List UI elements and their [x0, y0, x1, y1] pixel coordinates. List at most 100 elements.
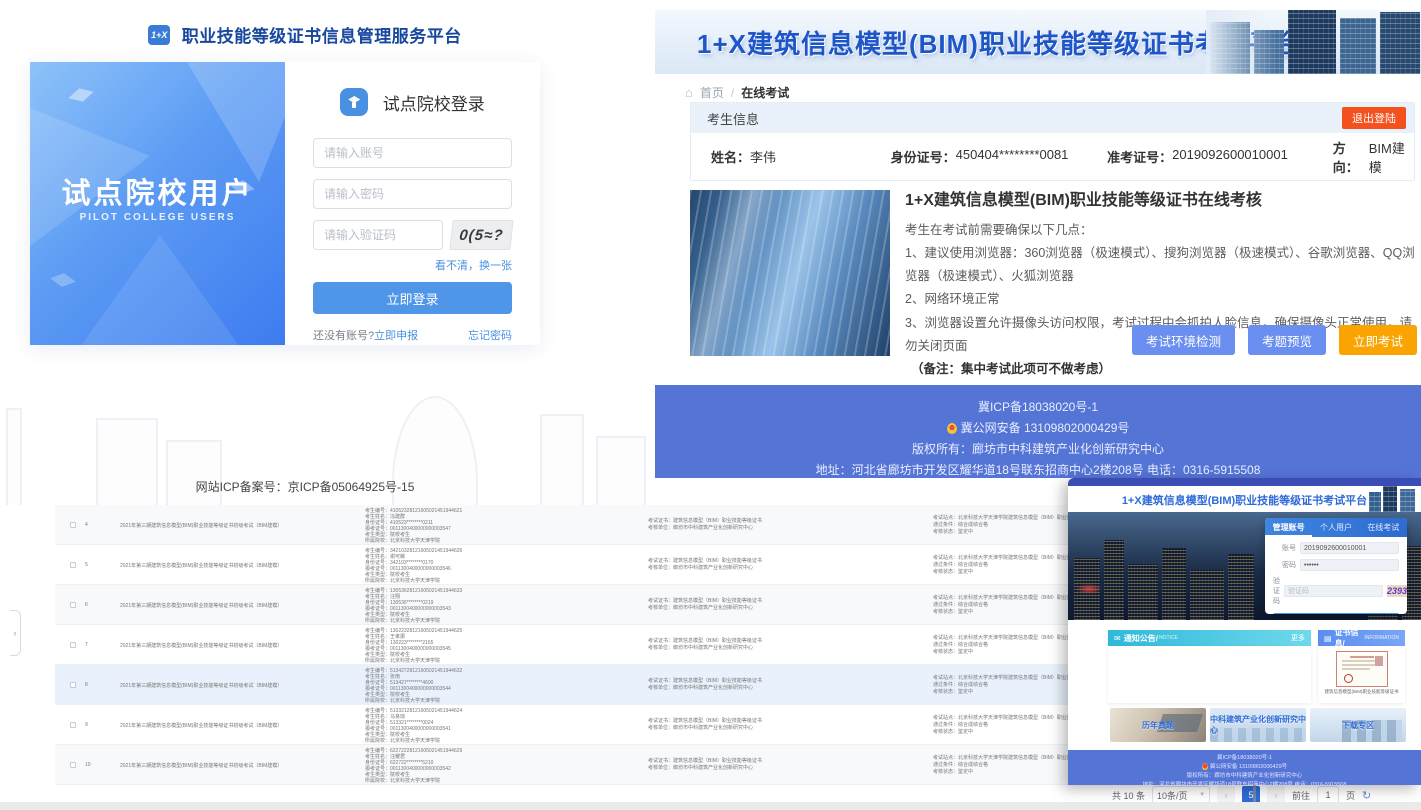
building	[1288, 10, 1336, 74]
row-checkbox[interactable]	[70, 522, 76, 528]
candidate-school: 所属院校：北京科技大学天津学院	[365, 618, 462, 624]
banner-past-papers[interactable]: 历年真题	[1110, 708, 1206, 742]
footer-icp1: 冀ICP备18038020号-1	[1068, 754, 1421, 763]
row-index: 7	[85, 642, 88, 648]
portal-captcha-row: 验证码 2393	[1273, 576, 1399, 606]
portal-overlay: 1+X建筑信息模型(BIM)职业技能等级证书考试平台 管理账号 个人用户 在线考	[1068, 478, 1421, 785]
screen: 1+X 职业技能等级证书信息管理服务平台 试点院校用户 PILOT COLLEG…	[0, 0, 1421, 810]
portal-account-input[interactable]	[1300, 542, 1399, 554]
candidate-info-header: 考生信息 退出登陆	[691, 103, 1414, 133]
cert-panel-body: 建筑信息模型(BIM)职业技能等级证书	[1318, 646, 1405, 703]
portal-footer: 冀ICP备18038020号-1 冀公网安备 13109802000429号 版…	[1068, 750, 1421, 785]
notice-panel-title-en: NOTICE	[1159, 635, 1178, 641]
row-checkbox[interactable]	[70, 722, 76, 728]
logout-button[interactable]: 退出登陆	[1342, 107, 1406, 129]
decor-triangle	[175, 62, 285, 182]
home-icon: ⌂	[685, 85, 693, 100]
exam-org: 考核单位：廊坊市中科建筑产业化创新研究中心	[648, 765, 762, 772]
row-checkbox[interactable]	[70, 602, 76, 608]
exam-cert: 考试证书：建筑信息模型（BIM）职业技能等级证书	[648, 718, 762, 725]
portal-password-input[interactable]	[1300, 559, 1399, 571]
row-cert-info: 考试证书：建筑信息模型（BIM）职业技能等级证书 考核单位：廊坊市中科建筑产业化…	[648, 638, 762, 652]
row-cert-info: 考试证书：建筑信息模型（BIM）职业技能等级证书 考核单位：廊坊市中科建筑产业化…	[648, 598, 762, 612]
exam-cert: 考试证书：建筑信息模型（BIM）职业技能等级证书	[648, 758, 762, 765]
tab-personal-user[interactable]: 个人用户	[1312, 518, 1359, 537]
field-label: 姓名：	[711, 147, 750, 166]
field-value: 李伟	[750, 147, 776, 166]
tab-online-exam[interactable]: 在线考试	[1360, 518, 1407, 537]
portal-login-button[interactable]: 登录	[1273, 613, 1399, 614]
row-candidate-detail: 考生编号：62272228121605021451944629 考生姓名：汪耀君…	[365, 748, 462, 784]
bottom-strip	[0, 802, 1421, 810]
portal-captcha-input[interactable]	[1284, 585, 1383, 597]
exam-platform-page: 1+X建筑信息模型(BIM)职业技能等级证书考试平台 ⌂ 首页 / 在线考试 考…	[655, 0, 1421, 505]
certificate-image[interactable]	[1336, 651, 1388, 687]
forgot-password-link[interactable]: 忘记密码	[468, 327, 512, 343]
breadcrumb-home[interactable]: 首页	[700, 84, 724, 101]
question-preview-button[interactable]: 考题预览	[1248, 325, 1326, 355]
row-checkbox[interactable]	[70, 762, 76, 768]
notice-more-link[interactable]: 更多	[1291, 633, 1305, 643]
banner-research-center[interactable]: 中科建筑产业化创新研究中心	[1210, 708, 1306, 742]
cert-panel-title-en: INFORMATION	[1364, 635, 1399, 641]
exam-cert: 考试证书：建筑信息模型（BIM）职业技能等级证书	[648, 518, 762, 525]
pilot-login-page: 1+X 职业技能等级证书信息管理服务平台 试点院校用户 PILOT COLLEG…	[0, 0, 655, 505]
tab-admin-account[interactable]: 管理账号	[1265, 518, 1312, 537]
apply-link[interactable]: 立即申报	[374, 327, 418, 343]
field-label: 方向：	[1333, 138, 1369, 176]
row-index: 10	[85, 762, 91, 768]
exam-org: 考核单位：廊坊市中科建筑产业化创新研究中心	[648, 685, 762, 692]
platform-title: 职业技能等级证书信息管理服务平台	[182, 22, 462, 47]
candidate-name-field: 姓名：李伟	[711, 147, 891, 166]
password-input[interactable]	[313, 179, 512, 209]
refresh-icon[interactable]: ↻	[1362, 789, 1371, 802]
captcha-label: 验证码	[1273, 576, 1280, 606]
graduation-cap-icon	[340, 88, 368, 116]
candidate-school: 所属院校：北京科技大学天津学院	[365, 778, 462, 784]
document-icon: ▤	[1324, 634, 1332, 643]
start-exam-button[interactable]: 立即考试	[1339, 325, 1417, 355]
building-outline	[166, 440, 222, 505]
env-check-button[interactable]: 考试环境检测	[1132, 325, 1235, 355]
candidate-idcard-field: 身份证号：450404********0081	[891, 147, 1107, 166]
row-candidate-detail: 考生编号：51332128121605021451944624 考生姓名：马良琼…	[365, 708, 462, 744]
captcha-image[interactable]: 0(5≈?	[449, 220, 513, 250]
banner-label: 历年真题	[1142, 720, 1174, 731]
field-value: BIM建模	[1369, 138, 1414, 176]
exam-org: 考核单位：廊坊市中科建筑产业化创新研究中心	[648, 605, 762, 612]
halo-decor	[334, 106, 350, 122]
footer-icp2: 冀公网安备 13109802000429号	[1210, 764, 1287, 770]
row-checkbox[interactable]	[70, 562, 76, 568]
exam-org: 考核单位：廊坊市中科建筑产业化创新研究中心	[648, 525, 762, 532]
exam-cert: 考试证书：建筑信息模型（BIM）职业技能等级证书	[648, 598, 762, 605]
captcha-input[interactable]	[313, 220, 443, 250]
row-checkbox[interactable]	[70, 682, 76, 688]
row-candidate-detail: 考生编号：51342728121605021451944632 考生姓名：张南 …	[365, 668, 462, 704]
certificate-caption: 建筑信息模型(BIM)职业技能等级证书	[1318, 689, 1405, 695]
login-bottom-links: 还没有账号? 立即申报 忘记密码	[313, 327, 512, 343]
candidate-info-panel: 考生信息 退出登陆 姓名：李伟 身份证号：450404********0081 …	[690, 102, 1415, 181]
footer-icp2-row: 冀公网安备 13109802000429号	[1068, 763, 1421, 772]
sidebar-collapse-handle[interactable]: ‹	[10, 610, 21, 656]
seal-icon	[1344, 674, 1353, 683]
candidate-school: 所属院校：北京科技大学天津学院	[365, 738, 462, 744]
row-cert-info: 考试证书：建筑信息模型（BIM）职业技能等级证书 考核单位：廊坊市中科建筑产业化…	[648, 758, 762, 772]
decor-triangle	[60, 235, 260, 345]
banner-download-zone[interactable]: 下载专区	[1310, 708, 1406, 742]
account-input[interactable]	[313, 138, 512, 168]
row-index: 6	[85, 602, 88, 608]
building	[1254, 30, 1284, 74]
portal-password-row: 密码	[1273, 559, 1399, 571]
candidate-examno-field: 准考证号：2019092600010001	[1107, 147, 1333, 166]
row-checkbox[interactable]	[70, 642, 76, 648]
portal-captcha-image[interactable]: 2393	[1387, 585, 1407, 597]
platform-logo-icon: 1+X	[148, 25, 170, 45]
pagination-total: 共 10 条	[1112, 789, 1145, 802]
captcha-refresh-link[interactable]: 看不清，换一张	[313, 257, 512, 273]
notice-line: 2、网络环境正常	[905, 288, 1417, 311]
building	[1340, 18, 1376, 74]
exam-cert: 考试证书：建筑信息模型（BIM）职业技能等级证书	[648, 638, 762, 645]
candidate-school: 所属院校：北京科技大学天津学院	[365, 578, 462, 584]
login-button[interactable]: 立即登录	[313, 282, 512, 314]
login-form-title: 试点院校登录	[313, 88, 512, 116]
